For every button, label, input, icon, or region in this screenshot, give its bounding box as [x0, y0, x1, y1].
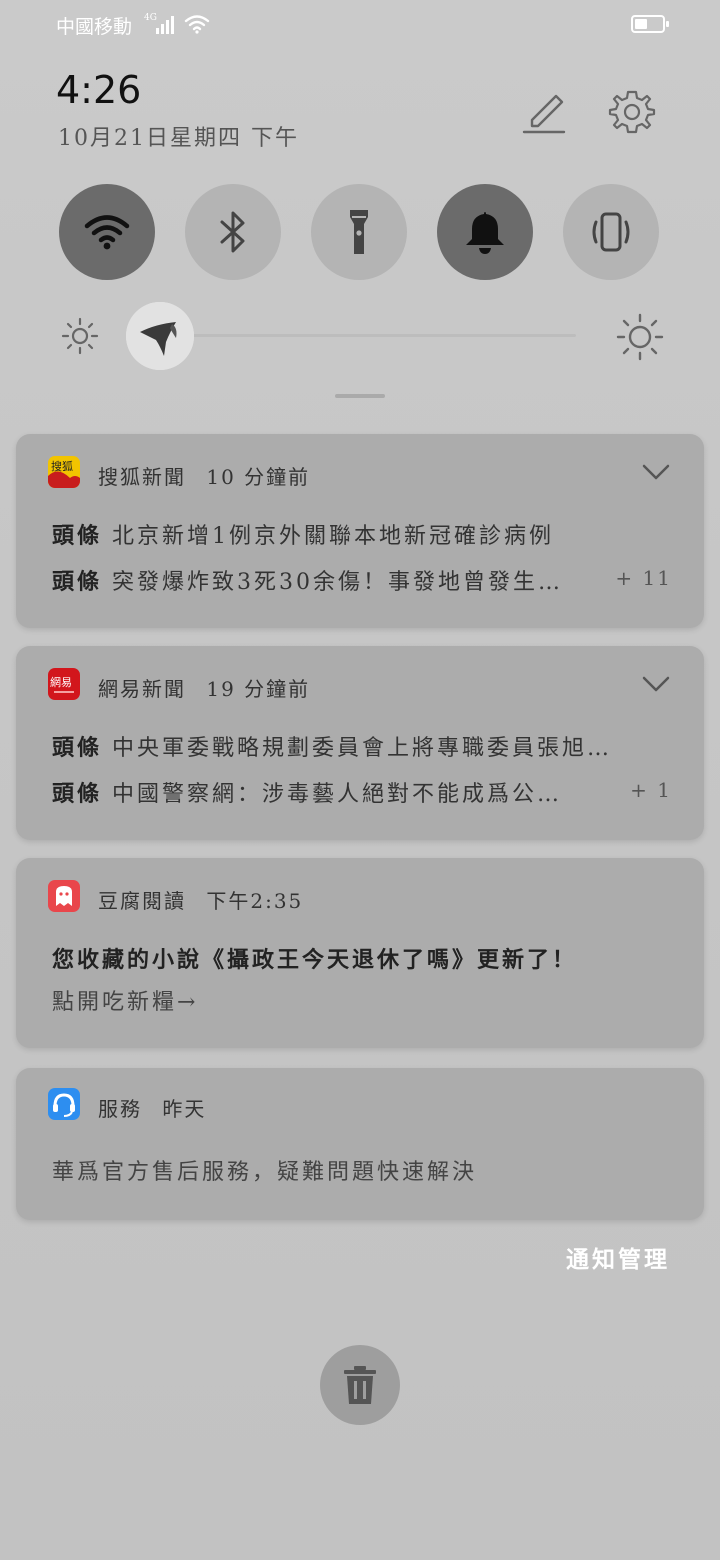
wifi-toggle[interactable] [59, 184, 155, 280]
panel-drag-handle[interactable] [335, 394, 385, 398]
sound-toggle[interactable] [437, 184, 533, 280]
doufu-app-icon [48, 880, 80, 912]
service-app-icon [48, 1088, 80, 1120]
svg-text:網易: 網易 [50, 675, 72, 689]
app-header: 網易新聞 19 分鐘前 [98, 673, 310, 702]
app-header: 服務 昨天 [98, 1093, 206, 1122]
headline-text: 中國警察網：涉毒藝人絕對不能成爲公… [112, 782, 563, 807]
app-header: 搜狐新聞 10 分鐘前 [98, 461, 310, 490]
carrier-name: 中國移動 [56, 16, 133, 38]
vibrate-toggle[interactable] [563, 184, 659, 280]
svg-text:搜狐: 搜狐 [51, 459, 73, 473]
notification-time: 10 分鐘前 [206, 465, 311, 489]
notification-card-doufu[interactable]: 豆腐閱讀 下午2:35 您收藏的小說《攝政王今天退休了嗎》更新了！ 點開吃新糧→ [16, 858, 704, 1048]
app-name: 搜狐新聞 [98, 465, 186, 489]
signal-icon [156, 16, 174, 34]
wifi-status-icon [184, 15, 210, 34]
notification-card-sohu[interactable]: 搜狐 搜狐新聞 10 分鐘前 頭條 北京新增1例京外關聯本地新冠確診病例 頭條 … [16, 434, 704, 628]
headline-label: 頭條 [52, 735, 103, 761]
headline-label: 頭條 [52, 569, 103, 595]
bluetooth-icon [220, 211, 245, 253]
headline-row[interactable]: 頭條 北京新增1例京外關聯本地新冠確診病例 [52, 518, 554, 550]
brightness-slider-thumb[interactable] [126, 302, 194, 370]
date: 10月21日星期四 下午 [58, 126, 299, 151]
headline-text: 突發爆炸致3死30余傷！事發地曾發生… [112, 570, 564, 595]
network-type: 4G [144, 13, 157, 23]
edit-icon[interactable] [520, 90, 566, 136]
more-count: + 11 [615, 566, 672, 590]
headline-text: 北京新增1例京外關聯本地新冠確診病例 [112, 524, 555, 549]
brightness-low-icon [61, 317, 99, 355]
app-header: 豆腐閱讀 下午2:35 [98, 885, 303, 914]
trash-icon [344, 1366, 376, 1404]
vibrate-icon [592, 212, 630, 252]
bluetooth-toggle[interactable] [185, 184, 281, 280]
app-name: 網易新聞 [98, 677, 186, 701]
headline-label: 頭條 [52, 523, 103, 549]
flashlight-icon [350, 210, 368, 254]
brightness-slider-track[interactable] [190, 334, 576, 337]
notification-card-netease[interactable]: 網易 網易新聞 19 分鐘前 頭條 中央軍委戰略規劃委員會上將專職委員張旭… 頭… [16, 646, 704, 840]
clock: 4:26 [56, 68, 142, 112]
clear-all-button[interactable] [320, 1345, 400, 1425]
more-count: + 1 [630, 778, 672, 802]
notification-time: 昨天 [162, 1097, 207, 1121]
headline-row[interactable]: 頭條 中國警察網：涉毒藝人絕對不能成爲公… [52, 776, 562, 808]
chevron-down-icon[interactable] [642, 464, 670, 480]
app-name: 服務 [98, 1097, 142, 1121]
battery-icon [631, 15, 669, 33]
wifi-icon [84, 215, 130, 250]
headline-row[interactable]: 頭條 中央軍委戰略規劃委員會上將專職委員張旭… [52, 730, 612, 762]
netease-app-icon: 網易 [48, 668, 80, 700]
chevron-down-icon[interactable] [642, 676, 670, 692]
headline-text: 中央軍委戰略規劃委員會上將專職委員張旭… [112, 736, 613, 761]
bell-icon [466, 212, 504, 254]
notification-time: 下午2:35 [206, 889, 304, 913]
notification-body: 點開吃新糧→ [52, 990, 199, 1015]
notification-body: 華爲官方售后服務，疑難問題快速解決 [52, 1160, 478, 1185]
headline-label: 頭條 [52, 781, 103, 807]
headline-row[interactable]: 頭條 突發爆炸致3死30余傷！事發地曾發生… [52, 564, 563, 596]
settings-gear-icon[interactable] [608, 88, 656, 136]
sohu-app-icon: 搜狐 [48, 456, 80, 488]
flashlight-toggle[interactable] [311, 184, 407, 280]
notification-title: 您收藏的小說《攝政王今天退休了嗎》更新了！ [52, 947, 578, 973]
notification-time: 19 分鐘前 [206, 677, 311, 701]
brightness-high-icon [616, 313, 664, 361]
notification-card-service[interactable]: 服務 昨天 華爲官方售后服務，疑難問題快速解決 [16, 1068, 704, 1220]
app-name: 豆腐閱讀 [98, 889, 186, 913]
notification-management-link[interactable]: 通知管理 [566, 1240, 670, 1274]
thumb-bird-icon [126, 302, 194, 370]
